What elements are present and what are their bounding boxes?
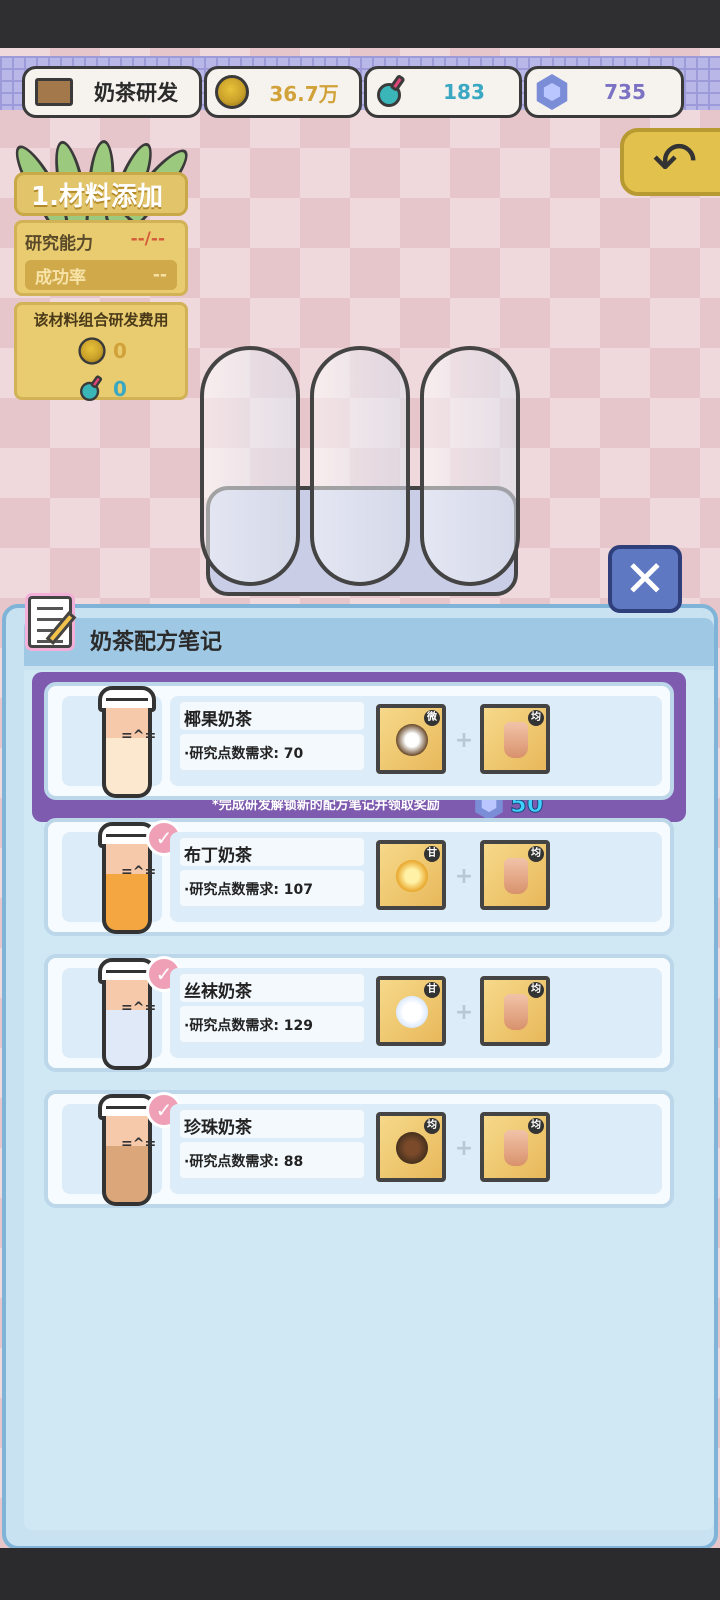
plus-icon: + xyxy=(454,1000,474,1025)
milk-tea-base-icon[interactable]: 均 xyxy=(480,1112,550,1182)
recipe-name: 珍珠奶茶 xyxy=(180,1110,364,1138)
ingredient-tube-1[interactable] xyxy=(200,346,300,586)
recipe-requirement: ·研究点数需求: 88 xyxy=(180,1142,364,1178)
close-button[interactable]: ✕ xyxy=(608,545,682,613)
recipe-notebook-icon xyxy=(16,586,86,656)
recipe-name: 丝袜奶茶 xyxy=(180,974,364,1002)
research-flask-icon xyxy=(78,374,105,402)
ingredient-tag: 甘 xyxy=(424,846,440,862)
panel-title: 奶茶配方笔记 xyxy=(90,630,223,655)
back-arrow-icon: ↶ xyxy=(652,130,698,193)
recipe-name: 布丁奶茶 xyxy=(180,838,364,866)
recipe-requirement: ·研究点数需求: 129 xyxy=(180,1006,364,1042)
cup-slot: =^= xyxy=(62,686,162,798)
recipe-card[interactable]: =^= ✓ 布丁奶茶 ·研究点数需求: 107 甘 + 均 xyxy=(44,818,674,936)
cost-box: 该材料组合研发费用 0 0 xyxy=(14,302,188,402)
shop-icon xyxy=(35,78,73,106)
ingredient-tag: 均 xyxy=(528,846,544,862)
close-icon: ✕ xyxy=(624,550,666,608)
ingredient-tag: 甘 xyxy=(424,982,440,998)
recipe-name: 椰果奶茶 xyxy=(180,702,364,730)
milk-tea-base-icon[interactable]: 均 xyxy=(480,840,550,910)
research-machine xyxy=(196,346,526,606)
recipe-info: 椰果奶茶 ·研究点数需求: 70 微 + 均 xyxy=(170,696,662,786)
recipe-requirement: ·研究点数需求: 107 xyxy=(180,870,364,906)
recipe-info: 丝袜奶茶 ·研究点数需求: 129 甘 + 均 xyxy=(170,968,662,1058)
cost-coins: 0 xyxy=(113,339,127,363)
cost-title: 该材料组合研发费用 xyxy=(33,311,169,329)
pudding-icon[interactable]: 甘 xyxy=(376,840,446,910)
gem-icon xyxy=(536,74,568,110)
research-points-counter[interactable]: 183 xyxy=(364,66,522,118)
screen: { "header": { "title": "奶茶研发", "coins": … xyxy=(0,0,720,1600)
milk-tea-cup-icon: =^= xyxy=(98,686,156,800)
cost-points: 0 xyxy=(113,377,127,401)
milk-tea-base-icon[interactable]: 均 xyxy=(480,976,550,1046)
ingredient-tube-3[interactable] xyxy=(420,346,520,586)
success-rate-value: -- xyxy=(152,265,167,285)
ingredient-tag: 均 xyxy=(424,1118,440,1134)
ingredient-tag: 均 xyxy=(528,1118,544,1134)
success-rate-label: 成功率 xyxy=(35,267,86,288)
tapioca-pearl-icon[interactable]: 均 xyxy=(376,1112,446,1182)
research-ability-label: 研究能力 xyxy=(25,234,93,254)
ingredient-tag: 微 xyxy=(424,710,440,726)
ingredient-tube-2[interactable] xyxy=(310,346,410,586)
recipe-card[interactable]: =^= 椰果奶茶 ·研究点数需求: 70 微 + 均 xyxy=(44,682,674,800)
recipe-info: 珍珠奶茶 ·研究点数需求: 88 均 + 均 xyxy=(170,1104,662,1194)
research-flask-icon xyxy=(375,73,409,109)
coin-icon xyxy=(78,337,106,365)
coin-counter[interactable]: 36.7万 xyxy=(204,66,362,118)
back-button[interactable]: ↶ xyxy=(620,128,720,196)
plus-icon: + xyxy=(454,728,474,753)
title-badge: 奶茶研发 xyxy=(22,66,202,118)
plus-icon: + xyxy=(454,864,474,889)
navigation-bar xyxy=(0,1548,720,1600)
ingredient-tag: 均 xyxy=(528,710,544,726)
coin-value: 36.7万 xyxy=(269,81,339,106)
coin-icon xyxy=(215,75,249,109)
milk-tea-base-icon[interactable]: 均 xyxy=(480,704,550,774)
coconut-jelly-icon[interactable]: 微 xyxy=(376,704,446,774)
recipe-card[interactable]: =^= ✓ 丝袜奶茶 ·研究点数需求: 129 甘 + 均 xyxy=(44,954,674,1072)
page-title: 奶茶研发 xyxy=(94,81,178,105)
recipe-list: *完成研发解锁新的配方笔记并领取奖励 50 =^= 椰果奶茶 ·研究点数需求: … xyxy=(24,670,714,1530)
recipe-card[interactable]: =^= ✓ 珍珠奶茶 ·研究点数需求: 88 均 + 均 xyxy=(44,1090,674,1208)
sugar-cube-icon[interactable]: 甘 xyxy=(376,976,446,1046)
plus-icon: + xyxy=(454,1136,474,1161)
step-label: 1.材料添加 xyxy=(14,172,188,216)
recipe-info: 布丁奶茶 ·研究点数需求: 107 甘 + 均 xyxy=(170,832,662,922)
gem-value: 735 xyxy=(604,80,646,104)
research-ability-value: --/-- xyxy=(130,229,165,249)
recipe-notes-panel: 奶茶配方笔记 *完成研发解锁新的配方笔记并领取奖励 50 =^= 椰果奶茶 ·研… xyxy=(2,596,718,1550)
ingredient-tag: 均 xyxy=(528,982,544,998)
recipe-requirement: ·研究点数需求: 70 xyxy=(180,734,364,770)
status-bar xyxy=(0,0,720,48)
research-points-value: 183 xyxy=(443,80,485,104)
research-info-box: 研究能力 --/-- 成功率 -- xyxy=(14,220,188,296)
gem-counter[interactable]: 735 xyxy=(524,66,684,118)
